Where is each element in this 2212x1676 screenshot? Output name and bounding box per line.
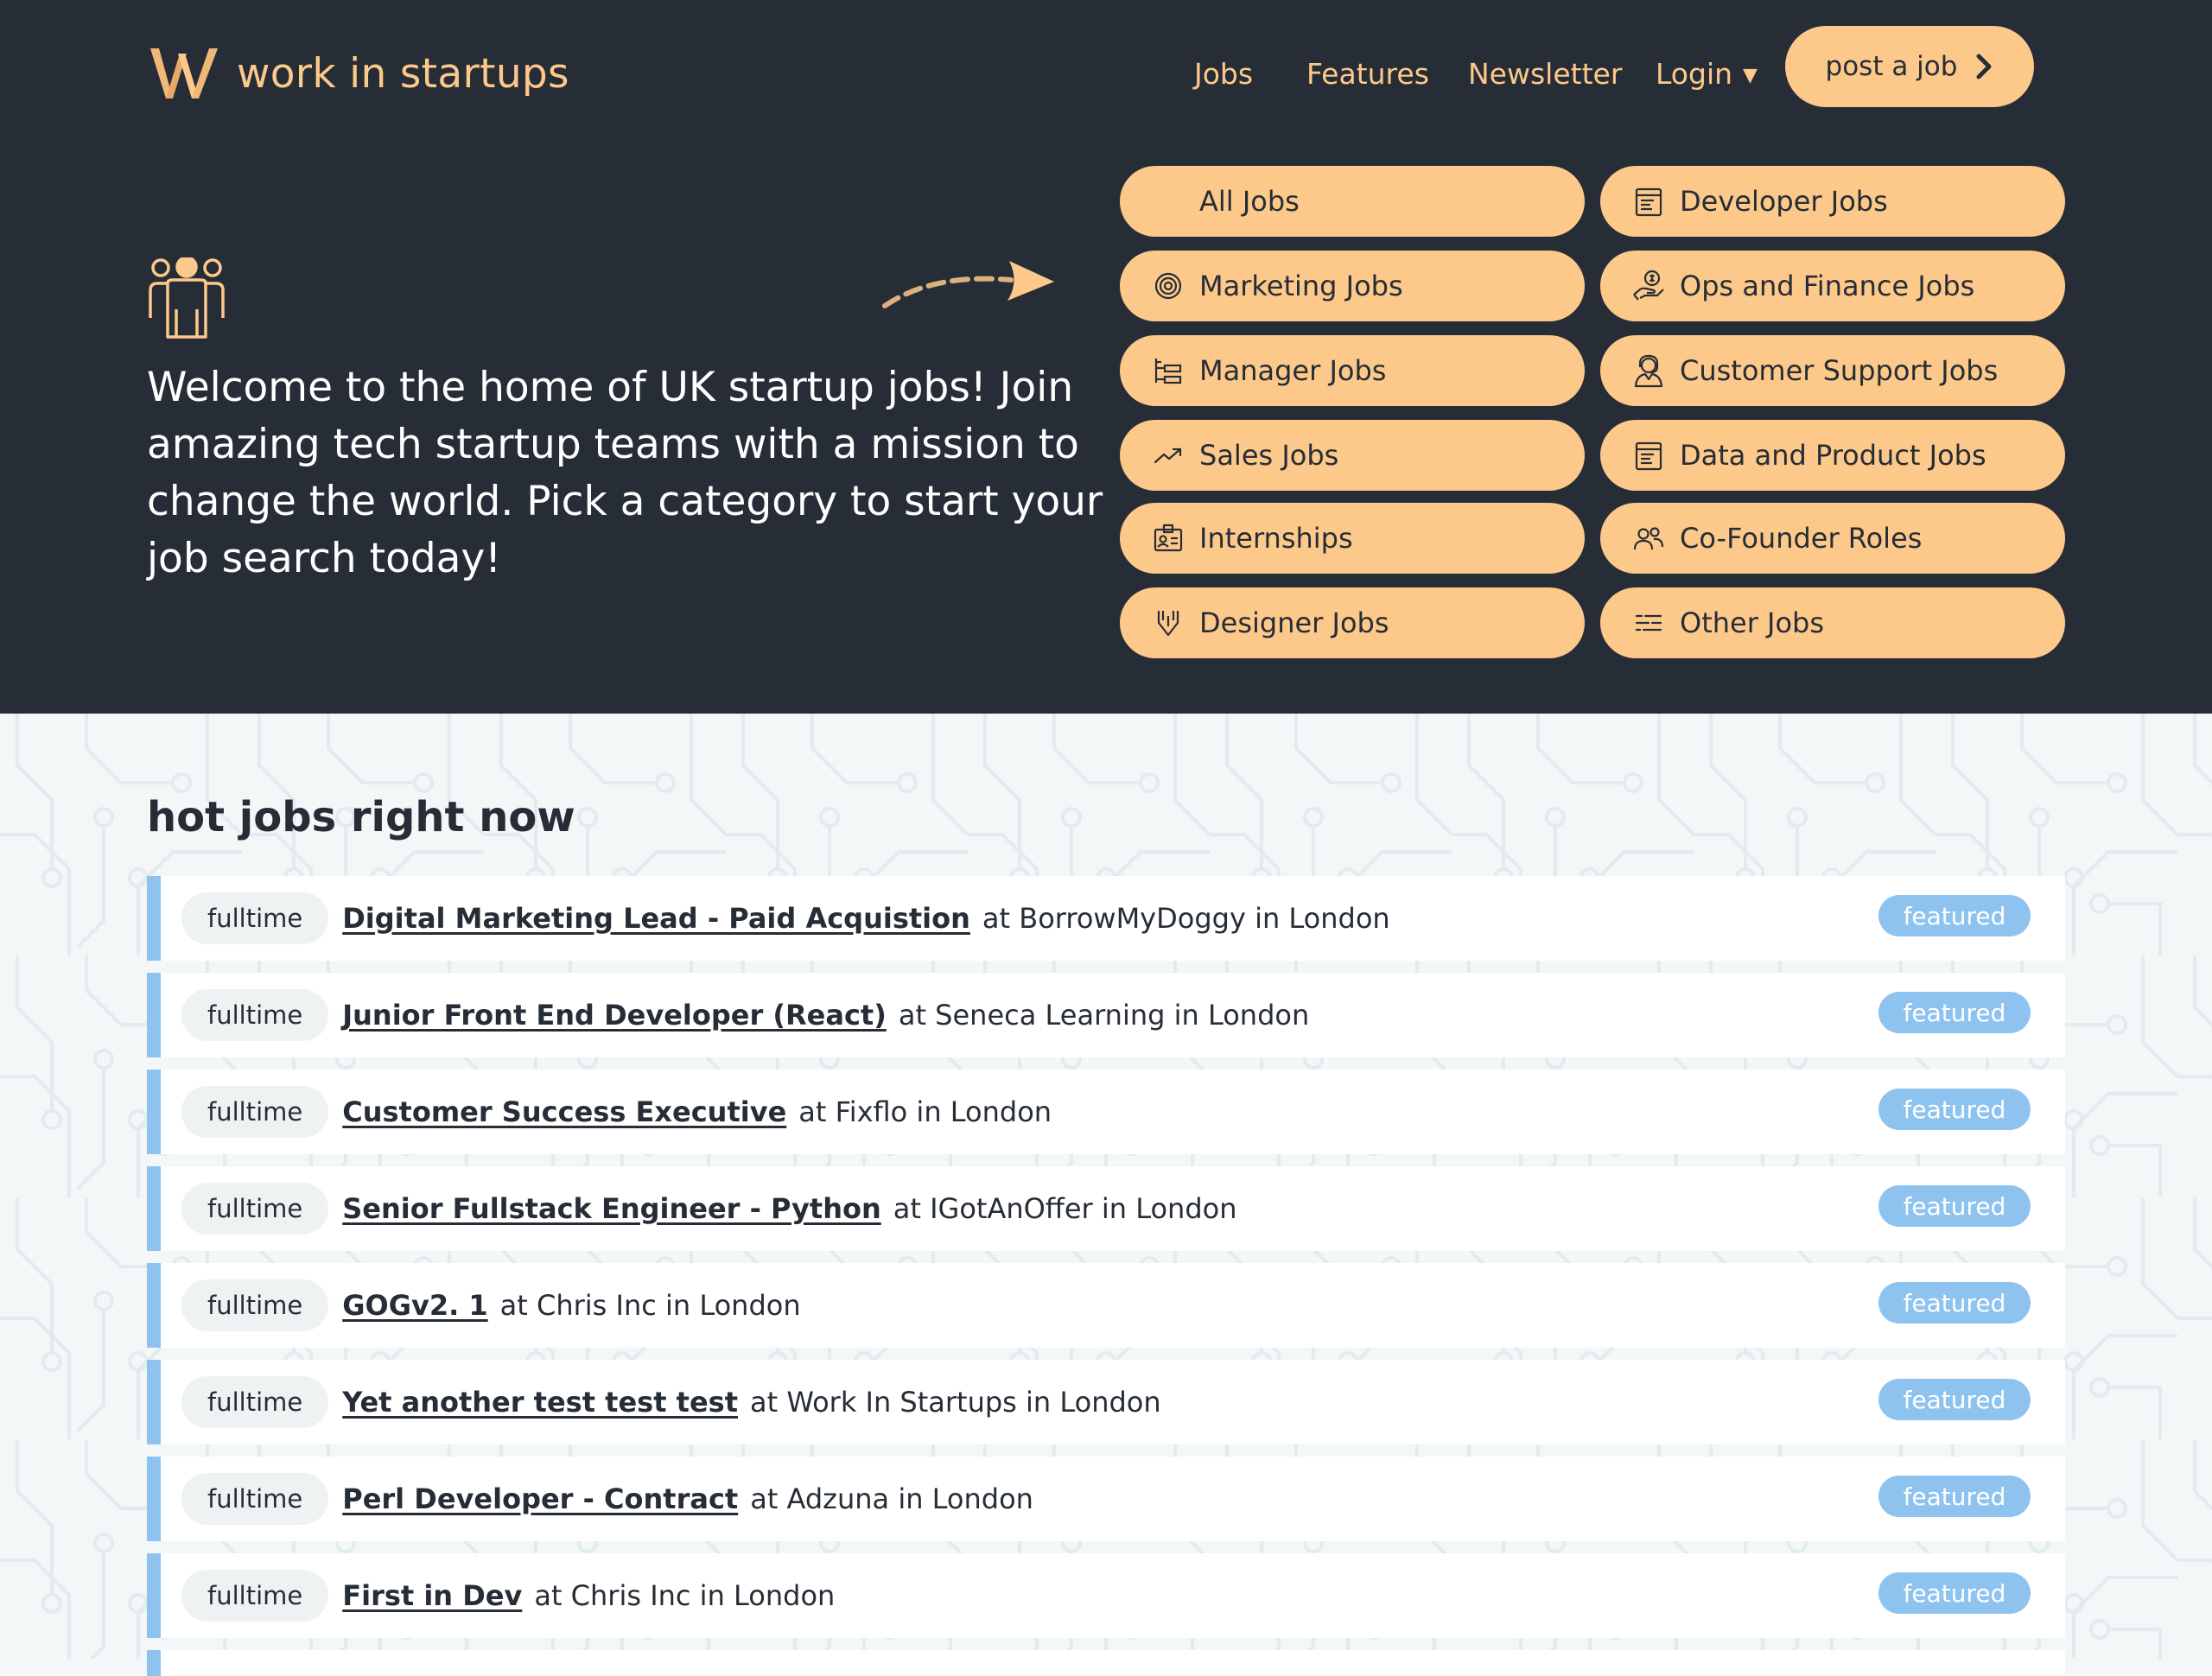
job-company-location: at IGotAnOffer in London [893,1192,1237,1225]
category-label: Sales Jobs [1199,439,1339,472]
category-label: Developer Jobs [1680,185,1888,218]
job-title-link[interactable]: Perl Developer - Contract [342,1482,738,1515]
category-all-jobs[interactable]: All Jobs [1120,166,1585,237]
featured-badge: featured [1878,992,2031,1033]
job-company-location: at Seneca Learning in London [898,999,1310,1032]
category-internships[interactable]: Internships [1120,503,1585,574]
job-title-link[interactable]: First in Dev [342,1579,522,1612]
job-row[interactable]: fulltime GOGv2. 1 at Chris Inc in London… [147,1263,2065,1348]
category-label: Designer Jobs [1199,606,1389,639]
job-title-link[interactable]: GOGv2. 1 [342,1289,487,1322]
list-icon [1631,606,1666,640]
category-label: Ops and Finance Jobs [1680,270,1975,302]
job-type-badge: fulltime [181,1183,329,1235]
logo-text: work in startups [237,49,569,98]
hand-coin-icon [1631,269,1666,303]
featured-badge: featured [1878,895,2031,936]
job-row[interactable]: fulltime First in Dev at Chris Inc in Lo… [147,1553,2065,1638]
category-label: Manager Jobs [1199,354,1387,387]
job-type-badge: fulltime [181,1279,329,1331]
category-designer-jobs[interactable]: Designer Jobs [1120,587,1585,658]
intro-text: Welcome to the home of UK startup jobs! … [147,364,1103,582]
job-type-badge: fulltime [181,989,329,1041]
job-company-location: at Work In Startups in London [749,1386,1161,1419]
job-company-location: at BorrowMyDoggy in London [982,902,1390,935]
trend-up-icon [1151,438,1185,473]
job-type-badge: fulltime [181,1570,329,1622]
nav-login-label: Login [1656,57,1733,91]
chevron-right-icon [1976,54,1992,79]
logo-link[interactable]: work in startups [147,45,569,102]
job-company-location: at Fixflo in London [798,1095,1052,1128]
job-row[interactable]: fulltime Customer Success Executive at F… [147,1070,2065,1154]
featured-badge: featured [1878,1572,2031,1614]
target-icon [1151,269,1185,303]
logo-w-icon [150,48,218,98]
job-row[interactable]: fulltime Digital Marketing Lead - Paid A… [147,876,2065,961]
job-type-badge: fulltime [181,1473,329,1525]
job-title-link[interactable]: Customer Success Executive [342,1095,786,1128]
category-label: All Jobs [1199,185,1300,218]
job-type-badge: fulltime [181,1376,329,1428]
category-label: Co-Founder Roles [1680,522,1923,555]
category-label: Customer Support Jobs [1680,354,1999,387]
id-badge-icon [1151,521,1185,555]
category-data-product-jobs[interactable]: Data and Product Jobs [1600,420,2065,491]
job-row[interactable]: fulltime Yet another test test test at W… [147,1360,2065,1444]
nav-login[interactable]: Login ▼ [1656,57,1758,91]
team-icon [149,257,225,339]
featured-badge: featured [1878,1282,2031,1324]
category-label: Marketing Jobs [1199,270,1403,302]
job-company-location: at Chris Inc in London [534,1579,836,1612]
nav-features[interactable]: Features [1306,57,1429,91]
job-row-partial[interactable] [147,1650,2065,1676]
users-icon [1631,521,1666,555]
job-company-location: at Adzuna in London [750,1482,1033,1515]
category-developer-jobs[interactable]: Developer Jobs [1600,166,2065,237]
job-type-badge: fulltime [181,1086,329,1138]
nav-newsletter[interactable]: Newsletter [1468,57,1622,91]
job-title-link[interactable]: Yet another test test test [342,1386,738,1419]
job-title-link[interactable]: Senior Fullstack Engineer - Python [342,1192,881,1225]
featured-badge: featured [1878,1185,2031,1227]
job-type-badge: fulltime [181,892,329,944]
job-title-link[interactable]: Digital Marketing Lead - Paid Acquistion [342,902,970,935]
job-row[interactable]: fulltime Junior Front End Developer (Rea… [147,973,2065,1057]
dashed-arrow-icon [882,261,1054,308]
category-label: Internships [1199,522,1353,555]
category-sales-jobs[interactable]: Sales Jobs [1120,420,1585,491]
job-row[interactable]: fulltime Perl Developer - Contract at Ad… [147,1457,2065,1541]
pen-icon [1151,606,1185,640]
job-row[interactable]: fulltime Senior Fullstack Engineer - Pyt… [147,1166,2065,1251]
headset-icon [1631,353,1666,388]
category-customer-support-jobs[interactable]: Customer Support Jobs [1600,335,2065,406]
featured-badge: featured [1878,1089,2031,1130]
category-label: Data and Product Jobs [1680,439,1986,472]
post-job-label: post a job [1825,51,1958,82]
category-ops-finance-jobs[interactable]: Ops and Finance Jobs [1600,251,2065,321]
document-icon [1631,438,1666,473]
category-other-jobs[interactable]: Other Jobs [1600,587,2065,658]
document-icon [1631,184,1666,219]
featured-badge: featured [1878,1476,2031,1517]
job-title-link[interactable]: Junior Front End Developer (React) [342,999,887,1032]
category-manager-jobs[interactable]: Manager Jobs [1120,335,1585,406]
section-title: hot jobs right now [147,793,575,841]
post-job-button[interactable]: post a job [1785,26,2034,107]
category-marketing-jobs[interactable]: Marketing Jobs [1120,251,1585,321]
nav-jobs[interactable]: Jobs [1194,57,1253,91]
caret-down-icon: ▼ [1743,65,1758,86]
org-chart-icon [1151,353,1185,388]
job-company-location: at Chris Inc in London [499,1289,801,1322]
category-co-founder-roles[interactable]: Co-Founder Roles [1600,503,2065,574]
featured-badge: featured [1878,1379,2031,1420]
category-label: Other Jobs [1680,606,1825,639]
hero-header: work in startups Jobs Features Newslette… [0,0,2212,714]
